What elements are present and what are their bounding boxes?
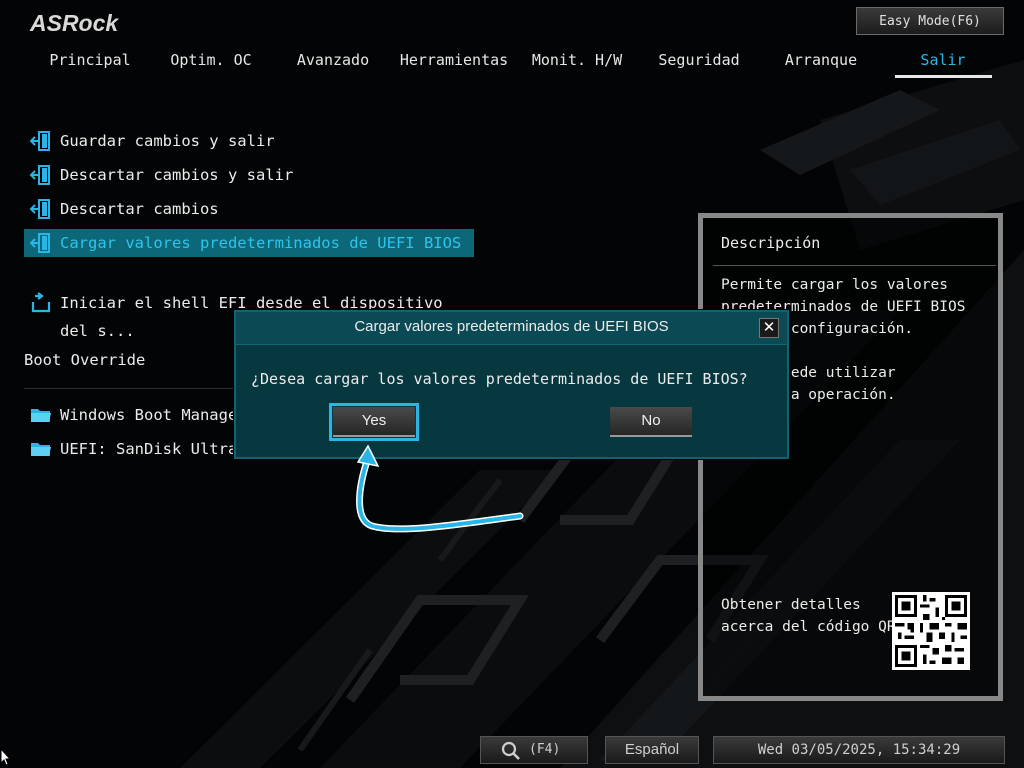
no-button[interactable]: No [610, 407, 692, 437]
tab-seguridad[interactable]: Seguridad [638, 50, 760, 80]
description-title: Descripción [721, 234, 821, 252]
exit-door-icon [30, 199, 50, 219]
bios-screen: ASRock Easy Mode(F6) Principal Optim. OC… [0, 0, 1024, 768]
easy-mode-button[interactable]: Easy Mode(F6) [856, 7, 1004, 35]
mouse-cursor-icon [0, 748, 12, 766]
dialog-question: ¿Desea cargar los valores predeterminado… [251, 370, 748, 388]
close-icon[interactable]: ✕ [759, 318, 779, 338]
tab-optim-oc[interactable]: Optim. OC [150, 50, 272, 80]
exit-door-icon [30, 233, 50, 253]
main-nav: Principal Optim. OC Avanzado Herramienta… [0, 50, 1024, 80]
asrock-logo: ASRock [30, 10, 119, 36]
menu-item-discard-exit[interactable]: Descartar cambios y salir [24, 161, 474, 189]
search-shortcut: (F4) [529, 742, 561, 757]
dialog-titlebar: Cargar valores predeterminados de UEFI B… [236, 312, 787, 345]
tab-avanzado[interactable]: Avanzado [272, 50, 394, 80]
menu-item-label: Descartar cambios y salir [60, 166, 294, 184]
tab-principal[interactable]: Principal [29, 50, 151, 80]
menu-item-discard[interactable]: Descartar cambios [24, 195, 474, 223]
tab-arranque[interactable]: Arranque [760, 50, 882, 80]
shell-launch-icon [31, 292, 51, 313]
language-button[interactable]: Español [605, 736, 699, 764]
menu-item-label: Guardar cambios y salir [60, 132, 275, 150]
menu-item-save-exit[interactable]: Guardar cambios y salir [24, 127, 474, 155]
search-icon [501, 741, 520, 760]
folder-icon [31, 443, 51, 456]
qr-code-icon[interactable] [892, 592, 970, 670]
datetime-display: Wed 03/05/2025, 15:34:29 [713, 736, 1005, 764]
qr-label: Obtener detalles acerca del código QR [721, 597, 896, 635]
dialog-title: Cargar valores predeterminados de UEFI B… [354, 318, 669, 335]
active-tab-indicator [895, 75, 992, 78]
folder-icon [31, 409, 51, 422]
search-button[interactable]: (F4) [480, 736, 588, 764]
menu-item-label: Descartar cambios [60, 200, 219, 218]
tab-monit-hw[interactable]: Monit. H/W [516, 50, 638, 80]
tab-herramientas[interactable]: Herramientas [393, 50, 515, 80]
load-defaults-dialog: Cargar valores predeterminados de UEFI B… [234, 310, 789, 459]
boot-override-heading: Boot Override [24, 351, 146, 369]
menu-item-load-defaults[interactable]: Cargar valores predeterminados de UEFI B… [24, 229, 474, 257]
yes-button[interactable]: Yes [329, 403, 419, 441]
menu-item-label: Cargar valores predeterminados de UEFI B… [60, 234, 462, 252]
exit-door-icon [30, 165, 50, 185]
exit-door-icon [30, 131, 50, 151]
description-divider [713, 265, 996, 266]
